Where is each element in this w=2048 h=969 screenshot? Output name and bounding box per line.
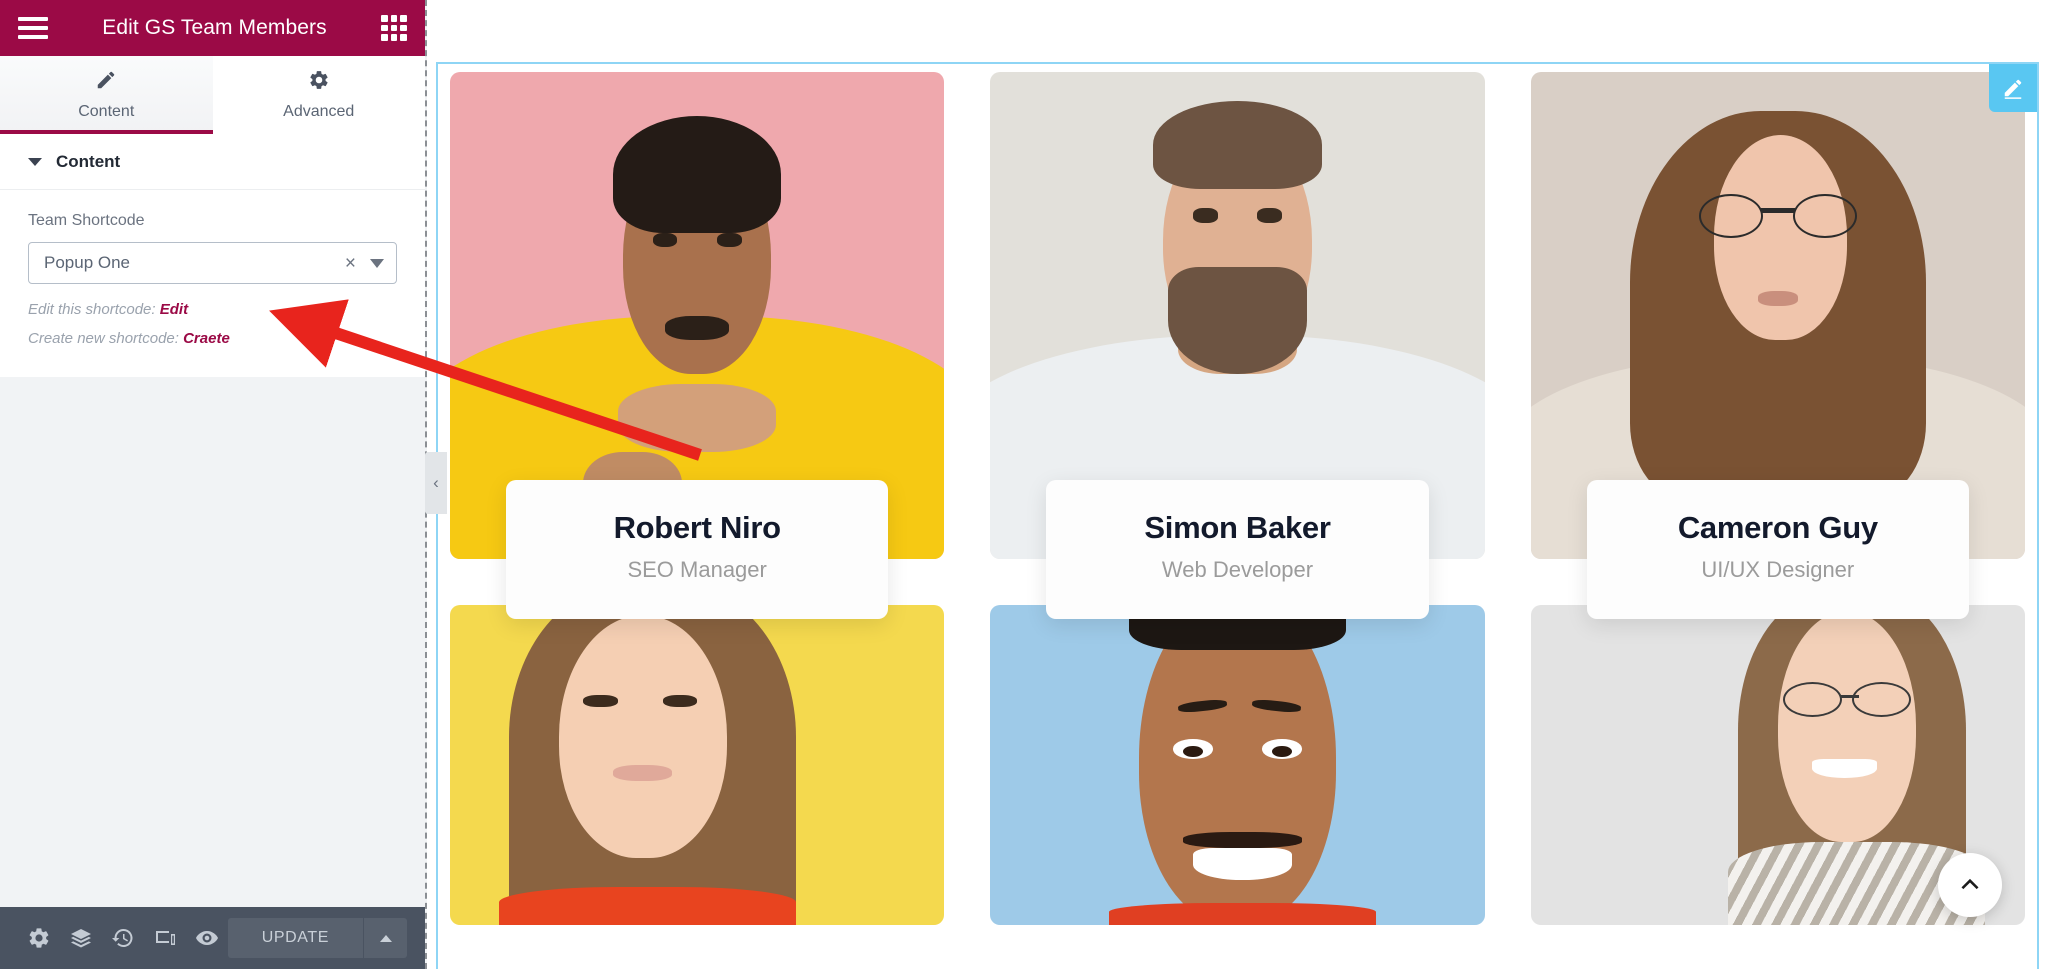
team-card[interactable]: Robert Niro SEO Manager [450,72,945,619]
panel-collapse-handle[interactable]: ‹ [425,452,447,514]
panel-tabs: Content Advanced [0,56,425,134]
member-name: Robert Niro [613,510,782,545]
elementor-editor-window: Edit GS Team Members Content Advanced Co… [0,0,2048,969]
editor-panel: Edit GS Team Members Content Advanced Co… [0,0,447,969]
member-name: Cameron Guy [1677,510,1878,545]
history-clock-icon[interactable] [102,907,144,969]
chevron-down-icon[interactable] [370,258,384,268]
update-button[interactable]: UPDATE [227,918,363,958]
member-photo [450,605,945,925]
caret-up-icon [379,934,392,942]
caret-down-icon [28,157,42,166]
member-info: Robert Niro SEO Manager [506,480,889,619]
update-options-button[interactable] [363,918,407,958]
content-controls: Team Shortcode Popup One × Edit this sho… [0,190,425,377]
member-role: SEO Manager [627,557,767,582]
apps-grid-icon[interactable] [381,15,407,41]
team-shortcode-label: Team Shortcode [28,212,145,229]
tab-content-label: Content [78,103,135,120]
content-section-header[interactable]: Content [0,134,425,190]
member-role: Web Developer [1161,557,1314,582]
preview-canvas: Robert Niro SEO Manager Simon Baker Web … [427,0,2048,969]
pencil-icon [95,69,117,96]
team-grid: Robert Niro SEO Manager Simon Baker Web … [438,64,2037,925]
create-shortcode-hint-text: Create new shortcode: [28,330,184,347]
panel-footer: UPDATE [0,907,425,969]
create-shortcode-link[interactable]: Craete [183,330,230,347]
preview-eye-icon[interactable] [186,907,228,969]
member-role: UI/UX Designer [1701,557,1855,582]
member-name: Simon Baker [1144,510,1331,545]
team-shortcode-value: Popup One [44,253,131,272]
team-card[interactable]: Simon Baker Web Developer [990,72,1485,619]
team-card[interactable] [990,605,1485,925]
clear-x-icon[interactable]: × [345,254,356,273]
team-section[interactable]: Robert Niro SEO Manager Simon Baker Web … [436,62,2039,969]
tab-content[interactable]: Content [0,56,213,134]
member-info: Cameron Guy UI/UX Designer [1586,480,1969,619]
panel-title: Edit GS Team Members [102,16,327,39]
update-button-group: UPDATE [227,918,407,958]
tab-advanced-label: Advanced [283,103,355,120]
tab-advanced[interactable]: Advanced [212,56,425,134]
team-card[interactable] [450,605,945,925]
pencil-edit-icon [2004,79,2022,99]
navigator-layers-icon[interactable] [60,907,102,969]
gear-icon [308,69,330,96]
content-section-title: Content [56,151,121,171]
member-info: Simon Baker Web Developer [1046,480,1429,619]
chevron-up-icon [1961,878,1979,890]
team-card[interactable]: Cameron Guy UI/UX Designer [1530,72,2025,619]
panel-header: Edit GS Team Members [0,0,425,56]
team-shortcode-select[interactable]: Popup One × [28,242,397,284]
edit-shortcode-hint-text: Edit this shortcode: [28,301,160,318]
settings-gear-icon[interactable] [18,907,60,969]
responsive-devices-icon[interactable] [144,907,186,969]
panel-body: Content Team Shortcode Popup One × Edit … [0,134,425,907]
hamburger-menu-icon[interactable] [18,17,48,39]
member-photo [990,605,1485,925]
scroll-to-top-button[interactable] [1938,853,2002,917]
edit-shortcode-hint: Edit this shortcode: Edit [28,301,397,318]
edit-shortcode-link[interactable]: Edit [160,301,188,318]
section-edit-badge[interactable] [1989,64,2037,112]
create-shortcode-hint: Create new shortcode: Craete [28,330,397,347]
